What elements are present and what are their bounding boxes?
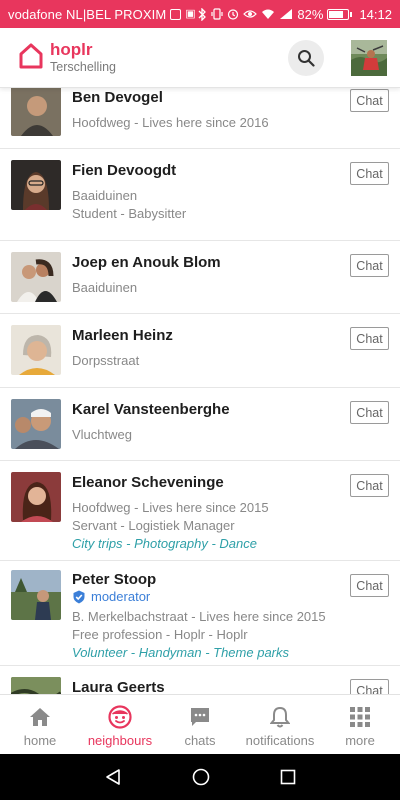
bell-icon <box>268 705 292 729</box>
neighbour-row[interactable]: Laura Geerts Chat <box>0 666 400 694</box>
neighbour-profession: Free profession - Hoplr - Hoplr <box>72 627 248 642</box>
neighbourhood-name: Terschelling <box>50 60 117 74</box>
neighbour-row[interactable]: Joep en Anouk Blom Baaiduinen Chat <box>0 241 400 314</box>
neighbour-street: B. Merkelbachstraat - Lives here since 2… <box>72 609 326 624</box>
neighbour-row[interactable]: Ben Devogel Hoofdweg - Lives here since … <box>0 88 400 149</box>
bottom-navigation: home neighbours chats notifications more <box>0 694 400 754</box>
avatar-image <box>351 40 387 76</box>
neighbour-avatar[interactable] <box>11 570 61 620</box>
chat-bubble-icon <box>188 705 212 729</box>
neighbour-street: Dorpsstraat <box>72 353 140 368</box>
neighbour-name[interactable]: Fien Devoogdt <box>72 162 176 179</box>
wifi-icon <box>262 9 275 19</box>
nav-neighbours[interactable]: neighbours <box>80 695 160 754</box>
neighbour-name[interactable]: Joep en Anouk Blom <box>72 254 221 271</box>
nav-more[interactable]: more <box>320 695 400 754</box>
chat-button[interactable]: Chat <box>350 474 389 497</box>
neighbour-profession: Student - Babysitter <box>72 206 187 221</box>
neighbour-street: Baaiduinen <box>72 280 138 295</box>
neighbour-row[interactable]: Marleen Heinz Dorpsstraat Chat <box>0 314 400 388</box>
neighbours-icon <box>108 705 132 729</box>
neighbour-street: Hoofdweg - Lives here since 2015 <box>72 500 269 515</box>
notification-icons: ▣ <box>170 7 196 20</box>
notification-square-icon <box>170 8 182 20</box>
neighbours-list[interactable]: Ben Devogel Hoofdweg - Lives here since … <box>0 88 400 694</box>
nav-chats[interactable]: chats <box>160 695 240 754</box>
search-icon <box>298 50 315 67</box>
neighbour-name[interactable]: Marleen Heinz <box>72 327 173 344</box>
carrier-label: vodafone NL|BEL PROXIM <box>8 6 167 22</box>
neighbour-name[interactable]: Laura Geerts <box>72 679 165 694</box>
neighbour-name[interactable]: Ben Devogel <box>72 89 163 106</box>
neighbour-name[interactable]: Karel Vansteenberghe <box>72 401 230 418</box>
neighbour-avatar[interactable] <box>11 472 61 522</box>
clock: 14:12 <box>359 6 392 22</box>
nav-chats-label: chats <box>184 733 216 748</box>
chat-button[interactable]: Chat <box>350 401 389 424</box>
search-button[interactable] <box>288 40 324 76</box>
nav-neighbours-label: neighbours <box>87 733 153 748</box>
nav-notifications-label: notifications <box>245 733 315 748</box>
recents-square-icon[interactable] <box>280 769 296 785</box>
battery-icon <box>327 8 353 20</box>
chat-button[interactable]: Chat <box>350 679 389 694</box>
home-icon <box>28 705 52 729</box>
grid-icon <box>348 705 372 729</box>
neighbour-row[interactable]: Peter Stoop moderator B. Merkelbachstraa… <box>0 561 400 666</box>
chat-button[interactable]: Chat <box>350 254 389 277</box>
app-header: hoplr Terschelling <box>0 28 400 88</box>
neighbour-profession: Servant - Logistiek Manager <box>72 518 235 533</box>
neighbour-avatar[interactable] <box>11 325 61 375</box>
neighbour-avatar[interactable] <box>11 88 61 136</box>
neighbour-avatar[interactable] <box>11 252 61 302</box>
signal-icon <box>280 9 293 19</box>
nav-more-label: more <box>345 733 375 748</box>
nav-home[interactable]: home <box>0 695 80 754</box>
profile-avatar[interactable] <box>351 40 387 76</box>
neighbour-avatar[interactable] <box>11 677 61 694</box>
neighbour-street: Vluchtweg <box>72 427 132 442</box>
moderator-label: moderator <box>91 589 151 604</box>
status-bar: vodafone NL|BEL PROXIM ▣ 82% 14:12 <box>0 0 400 28</box>
moderator-badge: moderator <box>72 589 150 604</box>
chat-button[interactable]: Chat <box>350 162 389 185</box>
neighbour-row[interactable]: Eleanor Scheveninge Hoofdweg - Lives her… <box>0 461 400 561</box>
back-icon[interactable] <box>104 768 122 786</box>
neighbour-detail: Hoofdweg - Lives here since 2016 <box>72 115 269 130</box>
neighbour-row[interactable]: Fien Devoogdt Baaiduinen Student - Babys… <box>0 149 400 241</box>
neighbour-interests: City trips - Photography - Dance <box>72 536 257 551</box>
chat-button[interactable]: Chat <box>350 89 389 112</box>
eye-icon <box>243 10 258 18</box>
alarm-icon <box>228 9 239 20</box>
neighbour-interests: Volunteer - Handyman - Theme parks <box>72 645 290 660</box>
system-navigation-bar <box>0 754 400 800</box>
neighbour-street: Baaiduinen <box>72 188 138 203</box>
battery-percent: 82% <box>297 6 324 22</box>
hoplr-logo-icon[interactable] <box>18 42 44 70</box>
neighbour-avatar[interactable] <box>11 399 61 449</box>
neighbour-avatar[interactable] <box>11 160 61 210</box>
brand-name: hoplr <box>50 40 93 59</box>
nav-notifications[interactable]: notifications <box>240 695 320 754</box>
neighbour-row[interactable]: Karel Vansteenberghe Vluchtweg Chat <box>0 388 400 461</box>
notification-bag-icon: ▣ <box>185 7 196 20</box>
nav-home-label: home <box>23 733 57 748</box>
home-circle-icon[interactable] <box>192 768 210 786</box>
neighbour-name[interactable]: Eleanor Scheveninge <box>72 474 224 491</box>
chat-button[interactable]: Chat <box>350 327 389 350</box>
chat-button[interactable]: Chat <box>350 574 389 597</box>
battery-fill <box>329 10 344 18</box>
bluetooth-icon <box>198 7 207 21</box>
neighbour-name[interactable]: Peter Stoop <box>72 571 156 588</box>
verified-check-icon <box>73 590 85 603</box>
vibrate-icon <box>211 8 224 20</box>
